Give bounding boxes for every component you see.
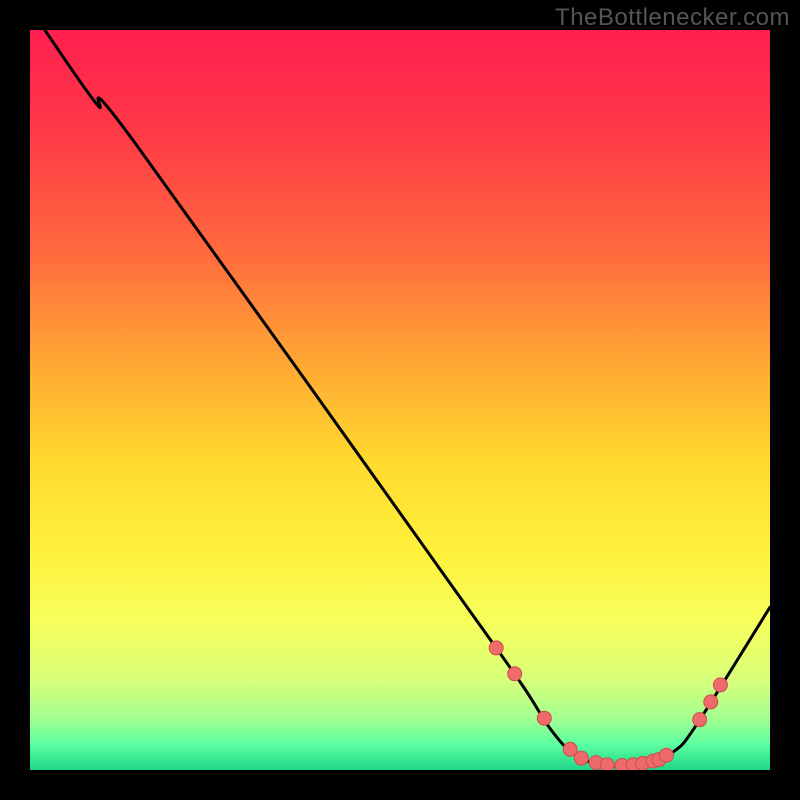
data-marker bbox=[574, 751, 588, 765]
chart-svg bbox=[0, 0, 800, 800]
data-marker bbox=[713, 678, 727, 692]
data-marker bbox=[537, 711, 551, 725]
chart-stage: TheBottlenecker.com bbox=[0, 0, 800, 800]
data-marker bbox=[659, 748, 673, 762]
data-marker bbox=[704, 695, 718, 709]
watermark-text: TheBottlenecker.com bbox=[555, 4, 790, 32]
data-marker bbox=[508, 667, 522, 681]
data-marker bbox=[489, 641, 503, 655]
data-marker bbox=[600, 758, 614, 772]
data-marker bbox=[693, 713, 707, 727]
gradient-background bbox=[30, 30, 770, 770]
